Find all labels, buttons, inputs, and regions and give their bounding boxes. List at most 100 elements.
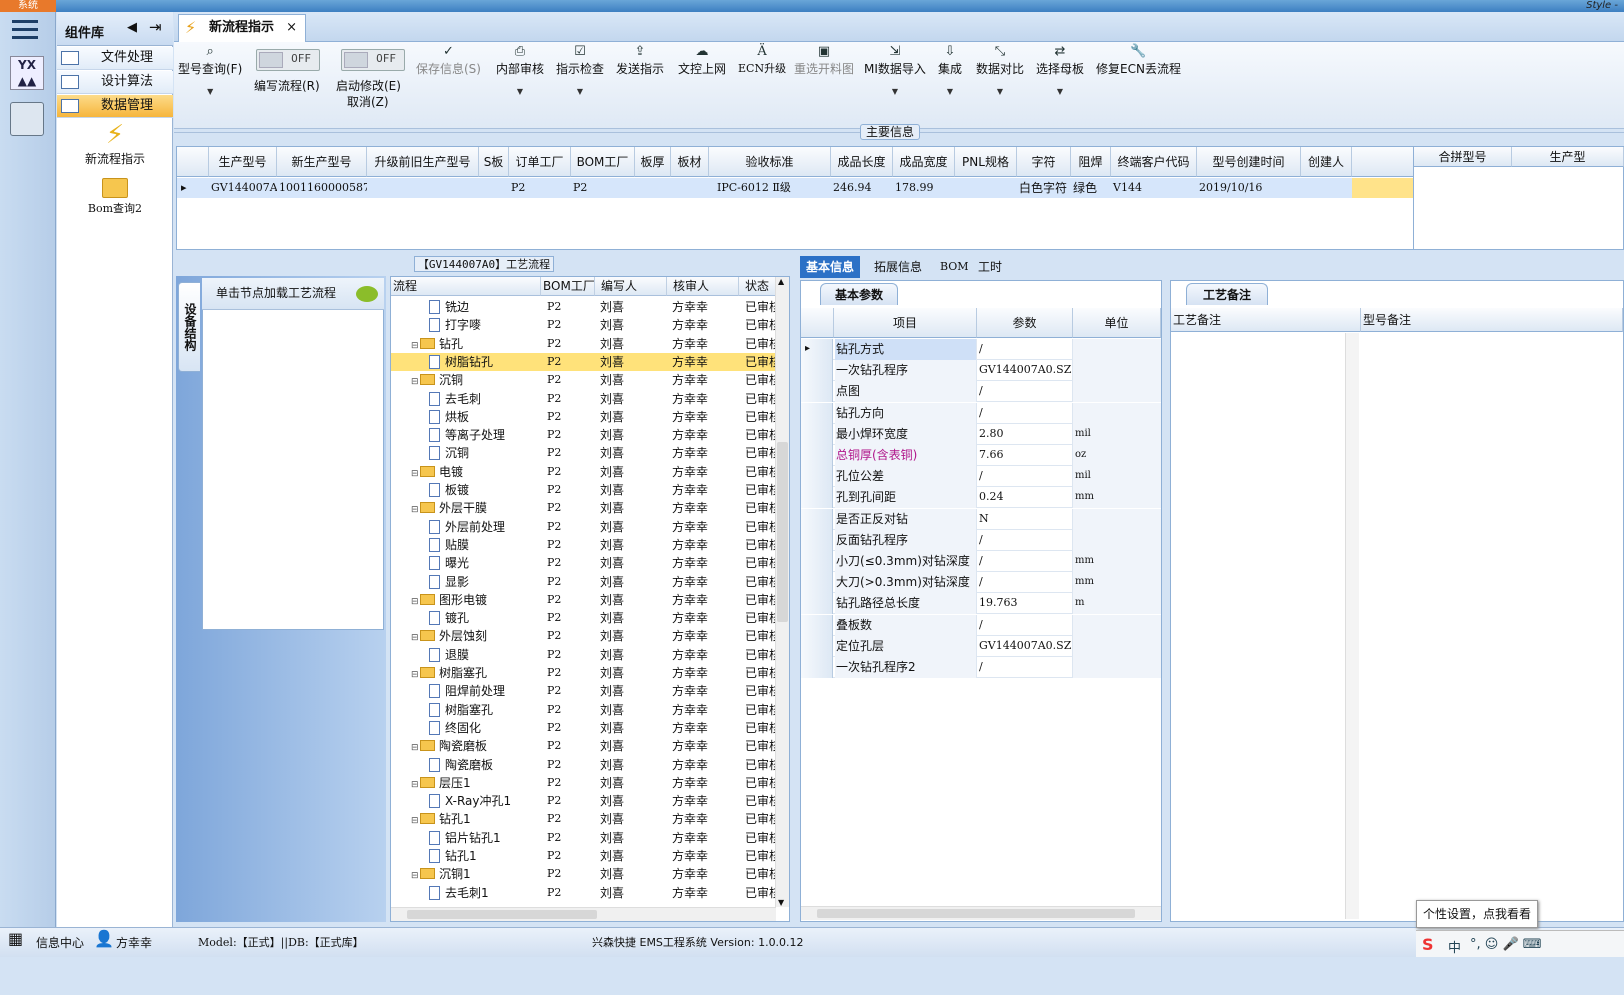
dropdown-arrow-icon[interactable]: ▼ (1036, 87, 1084, 96)
tree-row[interactable]: 沉铜 P2 刘喜 方幸幸 已审核 (391, 444, 781, 462)
style-menu[interactable]: Style - (1586, 0, 1618, 12)
pin-icon[interactable]: ⇥ (149, 18, 162, 36)
tab-process-notes[interactable]: 工艺备注 (1186, 283, 1268, 305)
tab-basic-params[interactable]: 基本参数 (820, 283, 898, 305)
cell-created[interactable]: 2019/10/16 (1197, 178, 1301, 198)
tree-node[interactable]: 铣边 (429, 298, 469, 316)
tree-row[interactable]: ⊟ 陶瓷磨板 P2 刘喜 方幸幸 已审核 (391, 737, 781, 755)
tree-node-label[interactable]: 钻孔1 (439, 812, 471, 826)
reselect-cut-chart-button[interactable]: ▣ 重选开料图 (794, 44, 854, 77)
scroll-thumb[interactable] (407, 910, 597, 919)
cell-char[interactable]: 白色字符 (1017, 178, 1071, 198)
tree-node-label[interactable]: 陶瓷磨板 (439, 739, 487, 753)
collapse-icon[interactable]: ⊟ (411, 373, 420, 391)
col-header[interactable]: 创建人 (1301, 147, 1352, 177)
row-header[interactable] (801, 614, 833, 636)
tree-node-label[interactable]: 去毛刺1 (445, 886, 489, 900)
tree-row[interactable]: 板镀 P2 刘喜 方幸幸 已审核 (391, 481, 781, 499)
info-center-button[interactable]: 信息中心 (36, 934, 84, 951)
tree-row[interactable]: X-Ray冲孔1 P2 刘喜 方幸幸 已审核 (391, 792, 781, 810)
dropdown-arrow-icon[interactable]: ▼ (556, 87, 604, 96)
tree-node[interactable]: 去毛刺1 (429, 884, 489, 902)
tree-node[interactable]: 钻孔1 (429, 847, 477, 865)
col-header[interactable]: 核审人 (667, 277, 739, 296)
tree-node[interactable]: 终固化 (429, 719, 481, 737)
chat-bubble-icon[interactable] (356, 286, 378, 302)
row-header[interactable] (801, 445, 833, 466)
system-menu[interactable]: 系统 (0, 0, 56, 12)
collapse-icon[interactable]: ⊟ (411, 465, 420, 483)
personalize-tooltip[interactable]: 个性设置，点我看看 (1416, 900, 1538, 928)
calculator-icon[interactable] (10, 102, 44, 136)
ime-mode[interactable]: 中 (1448, 937, 1461, 956)
tree-node[interactable]: 铝片钻孔1 (429, 829, 501, 847)
tree-node[interactable]: 镀孔 (429, 609, 469, 627)
horizontal-scrollbar[interactable] (801, 906, 1161, 920)
tree-node[interactable]: ⊟ 钻孔 (411, 335, 463, 355)
doc-online-button[interactable]: ☁ 文控上网 (678, 44, 726, 77)
collapse-icon[interactable]: ⊟ (411, 666, 420, 684)
dropdown-arrow-icon[interactable]: ▼ (976, 87, 1024, 96)
param-value[interactable]: / (977, 572, 1073, 594)
row-header[interactable] (801, 529, 833, 551)
new-flow-instruction-item[interactable]: ⚡ 新流程指示 (57, 120, 173, 167)
tree-row[interactable]: ⊟ 电镀 P2 刘喜 方幸幸 已审核 (391, 463, 781, 483)
tree-node[interactable]: X-Ray冲孔1 (429, 792, 511, 810)
col-header[interactable]: 验收标准 (709, 147, 831, 177)
start-modify-toggle[interactable]: OFF (341, 49, 405, 71)
param-value[interactable]: 0.24 (977, 487, 1073, 509)
cell-standard[interactable]: IPC-6012 Ⅱ级 (715, 178, 831, 198)
tree-node[interactable]: 外层前处理 (429, 518, 505, 536)
col-header[interactable]: 新生产型号 (277, 147, 367, 177)
nav-item-design-algorithm[interactable]: 设计算法 (57, 71, 173, 94)
tree-row[interactable]: 钻孔1 P2 刘喜 方幸幸 已审核 (391, 847, 781, 865)
tree-node[interactable]: 烘板 (429, 408, 469, 426)
col-header[interactable]: 生产型 (1512, 147, 1624, 167)
tree-row[interactable]: ⊟ 沉铜1 P2 刘喜 方幸幸 已审核 (391, 865, 781, 885)
collapse-icon[interactable]: ⊟ (411, 776, 420, 794)
tree-node[interactable]: 曝光 (429, 554, 469, 572)
row-header[interactable] (801, 466, 833, 488)
tree-row[interactable]: 铣边 P2 刘喜 方幸幸 已审核 (391, 298, 781, 316)
param-row[interactable]: 孔到孔间距 0.24 mm (801, 487, 1161, 509)
col-header[interactable]: 升级前旧生产型号 (367, 147, 479, 177)
param-value[interactable]: / (977, 339, 1073, 360)
row-header[interactable] (801, 381, 833, 403)
scroll-down-icon[interactable]: ▼ (778, 898, 784, 907)
tree-node-label[interactable]: 树脂钻孔 (445, 355, 493, 369)
tree-node-label[interactable]: 终固化 (445, 721, 481, 735)
tree-node-label[interactable]: 曝光 (445, 556, 469, 570)
col-header[interactable]: 合拼型号 (1414, 147, 1512, 167)
ime-tools-icon[interactable]: °, ☺ 🎤 ⌨ (1470, 937, 1542, 952)
param-row[interactable]: 定位孔层GV144007A0.SZDWK (801, 635, 1161, 657)
tree-node-label[interactable]: 层压1 (439, 776, 471, 790)
dropdown-arrow-icon[interactable]: ▼ (496, 87, 544, 96)
tree-node-label[interactable]: 钻孔1 (445, 849, 477, 863)
tree-row[interactable]: ⊟ 层压1 P2 刘喜 方幸幸 已审核 (391, 774, 781, 794)
cell-mask[interactable]: 绿色 (1071, 178, 1111, 198)
tree-row[interactable]: ⊟ 树脂塞孔 P2 刘喜 方幸幸 已审核 (391, 664, 781, 684)
tree-row[interactable]: 终固化 P2 刘喜 方幸幸 已审核 (391, 719, 781, 737)
row-header[interactable] (801, 423, 833, 445)
tree-node-label[interactable]: 去毛刺 (445, 392, 481, 406)
col-header[interactable]: 板材 (671, 147, 709, 177)
param-row[interactable]: 一次钻孔程序2/ (801, 657, 1161, 678)
col-header[interactable]: 板厚 (635, 147, 671, 177)
tree-node-label[interactable]: 陶瓷磨板 (445, 758, 493, 772)
col-header[interactable]: 单位 (1073, 308, 1161, 338)
collapse-left-icon[interactable]: ◀ (127, 20, 137, 35)
tree-row[interactable]: ⊟ 钻孔1 P2 刘喜 方幸幸 已审核 (391, 810, 781, 828)
tree-row[interactable]: 退膜 P2 刘喜 方幸幸 已审核 (391, 646, 781, 664)
row-header[interactable] (801, 487, 833, 509)
tree-node[interactable]: ⊟ 沉铜1 (411, 865, 471, 885)
param-value[interactable]: / (977, 657, 1073, 678)
row-header[interactable] (801, 657, 833, 678)
tree-node-label[interactable]: 阻焊前处理 (445, 684, 505, 698)
nav-item-file-processing[interactable]: 文件处理 (57, 47, 173, 70)
tree-node[interactable]: 打字嘜 (429, 316, 481, 334)
row-header[interactable] (801, 572, 833, 594)
dropdown-arrow-icon[interactable]: ▼ (178, 87, 242, 96)
row-header[interactable] (801, 551, 833, 572)
col-header[interactable]: 工艺备注 (1171, 308, 1361, 332)
param-row[interactable]: 反面钻孔程序 / (801, 529, 1161, 551)
